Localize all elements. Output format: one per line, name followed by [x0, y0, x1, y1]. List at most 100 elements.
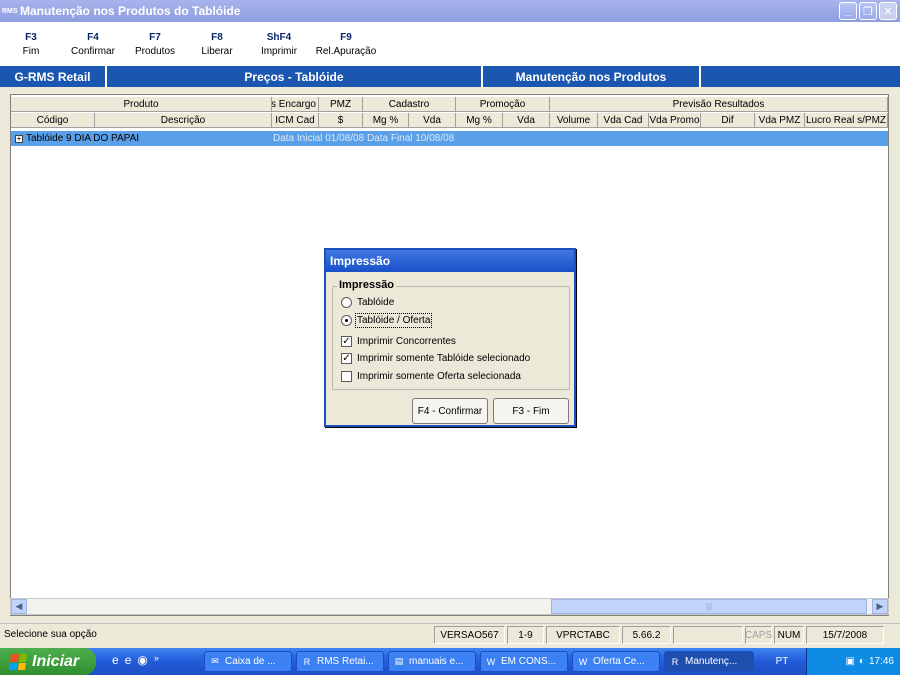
start-label: Iniciar	[32, 652, 80, 670]
volume-icon[interactable]: ◐	[859, 656, 865, 667]
checkmark-icon[interactable]: ✓	[341, 336, 352, 347]
column-header[interactable]: Lucro Real s/PMZ	[805, 113, 888, 128]
check-label: Imprimir somente Oferta selecionada	[357, 371, 521, 382]
close-icon: ✕	[883, 5, 893, 18]
close-button[interactable]: ✕	[879, 2, 897, 20]
minimize-button[interactable]: _	[839, 2, 857, 20]
print-options-group: Impressão Tablóide Tablóide / Oferta ✓ I…	[332, 279, 570, 390]
radio-label: Tablóide / Oferta	[354, 313, 433, 328]
start-button[interactable]: Iniciar	[0, 648, 96, 675]
chevron-right-icon[interactable]: »	[154, 653, 159, 667]
function-key-toolbar: F3 Fim F4 Confirmar F7 Produtos F8 Liber…	[0, 22, 900, 66]
group-title: Impressão	[337, 279, 397, 291]
task-label: manuais e...	[409, 656, 464, 667]
tool-label: Confirmar	[71, 46, 115, 57]
checkmark-icon[interactable]: ✓	[341, 353, 352, 364]
fim-button[interactable]: F3 Fim	[0, 22, 62, 66]
task-button[interactable]: R RMS Retai...	[296, 651, 384, 672]
radio-tabloide-oferta[interactable]: Tablóide / Oferta	[341, 313, 433, 328]
task-label: RMS Retai...	[317, 656, 374, 667]
app-icon: RMS	[2, 7, 18, 15]
expand-icon[interactable]: +	[15, 134, 23, 143]
tool-key: ShF4	[266, 32, 292, 43]
task-button[interactable]: ✉ Caixa de ...	[204, 651, 292, 672]
status-date: 15/7/2008	[806, 626, 884, 644]
confirm-button[interactable]: F4 - Confirmar	[412, 398, 488, 424]
tool-label: Imprimir	[260, 46, 298, 57]
check-label: Imprimir Concorrentes	[357, 336, 456, 347]
cancel-button[interactable]: F3 - Fim	[493, 398, 569, 424]
group-header: PMZ	[319, 97, 363, 112]
scroll-left-button[interactable]: ◀	[11, 599, 27, 614]
produtos-button[interactable]: F7 Produtos	[124, 22, 186, 66]
column-header[interactable]: ICM Cad	[272, 113, 319, 128]
scroll-right-button[interactable]: ▶	[872, 599, 888, 614]
tool-label: Liberar	[201, 46, 233, 57]
minimize-icon: _	[844, 5, 852, 17]
mail-icon: ✉	[211, 656, 219, 666]
radio-tabloide[interactable]: Tablóide	[341, 297, 394, 308]
column-header[interactable]: Mg %	[456, 113, 503, 128]
column-header[interactable]: Vda Cad	[598, 113, 649, 128]
window-title: Manutenção nos Produtos do Tablóide	[20, 4, 241, 18]
column-header[interactable]: Descrição	[95, 113, 272, 128]
clock[interactable]: 17:46	[869, 656, 894, 667]
table-row[interactable]: + Tablóide 9 DIA DO PAPAI Data Inicial 0…	[11, 131, 888, 146]
word-icon: W	[578, 656, 588, 667]
confirmar-button[interactable]: F4 Confirmar	[62, 22, 124, 66]
column-header[interactable]: Dif	[701, 113, 755, 128]
grip-icon: |||	[705, 602, 713, 611]
group-header: Promoção	[456, 97, 550, 112]
column-header[interactable]: Código	[11, 113, 95, 128]
group-header: Cadastro	[363, 97, 456, 112]
ie-icon[interactable]: e	[112, 653, 119, 667]
dialog-title[interactable]: Impressão	[326, 250, 574, 272]
column-header[interactable]: Volume	[550, 113, 598, 128]
quick-launch: e e ◉ »	[112, 653, 159, 667]
status-program: VPRCTABC	[546, 626, 620, 644]
task-button[interactable]: W EM CONS...	[480, 651, 568, 672]
group-header: s Encargo	[272, 97, 319, 112]
column-header[interactable]: Vda	[503, 113, 550, 128]
checkbox-empty-icon[interactable]	[341, 371, 352, 382]
status-bar: Selecione sua opção VERSAO567 1-9 VPRCTA…	[0, 623, 900, 645]
horizontal-scrollbar[interactable]: ◀ ||| ▶	[10, 598, 889, 615]
column-header[interactable]: $	[319, 113, 363, 128]
maximize-icon: ❐	[863, 5, 873, 18]
column-header[interactable]: Vda PMZ	[755, 113, 805, 128]
tool-key: F7	[149, 32, 161, 43]
ie-icon[interactable]: e	[125, 653, 132, 667]
group-header-row: Produto s Encargo PMZ Cadastro Promoção …	[11, 97, 888, 112]
imprimir-button[interactable]: ShF4 Imprimir	[248, 22, 310, 66]
language-indicator[interactable]: PT	[764, 653, 800, 670]
column-header-row: Código Descrição ICM Cad $ Mg % Vda Mg %…	[11, 113, 888, 128]
rms-icon: R	[671, 656, 679, 667]
task-button[interactable]: ▤ manuais e...	[388, 651, 476, 672]
column-header[interactable]: Mg %	[363, 113, 409, 128]
rel-apuracao-button[interactable]: F9 Rel.Apuração	[310, 22, 382, 66]
radio-circle-icon[interactable]	[341, 297, 352, 308]
media-icon[interactable]: ◉	[137, 653, 147, 667]
maximize-button[interactable]: ❐	[859, 2, 877, 20]
task-button[interactable]: W Oferta Ce...	[572, 651, 660, 672]
chevron-left-icon: ◀	[15, 601, 23, 611]
network-icon[interactable]: ▣	[845, 656, 854, 667]
chevron-right-icon: ▶	[876, 601, 884, 611]
column-header[interactable]: Vda Promo	[649, 113, 701, 128]
scroll-thumb[interactable]: |||	[551, 599, 867, 614]
radio-label: Tablóide	[357, 297, 395, 308]
rms-icon: R	[303, 656, 311, 667]
print-dialog: Impressão Impressão Tablóide Tablóide / …	[324, 248, 576, 427]
tool-key: F9	[340, 32, 352, 43]
check-imprimir-concorrentes[interactable]: ✓ Imprimir Concorrentes	[341, 336, 456, 347]
title-bar[interactable]: RMS Manutenção nos Produtos do Tablóide …	[0, 0, 900, 22]
task-button[interactable]: R Manutenç...	[664, 651, 754, 672]
radio-selected-icon[interactable]	[341, 315, 352, 326]
tool-label: Produtos	[134, 46, 176, 57]
check-somente-oferta[interactable]: Imprimir somente Oferta selecionada	[341, 371, 521, 382]
task-label: Caixa de ...	[225, 656, 276, 667]
check-somente-tabloide[interactable]: ✓ Imprimir somente Tablóide selecionado	[341, 353, 530, 364]
liberar-button[interactable]: F8 Liberar	[186, 22, 248, 66]
column-header[interactable]: Vda	[409, 113, 456, 128]
task-label: Oferta Ce...	[593, 656, 645, 667]
